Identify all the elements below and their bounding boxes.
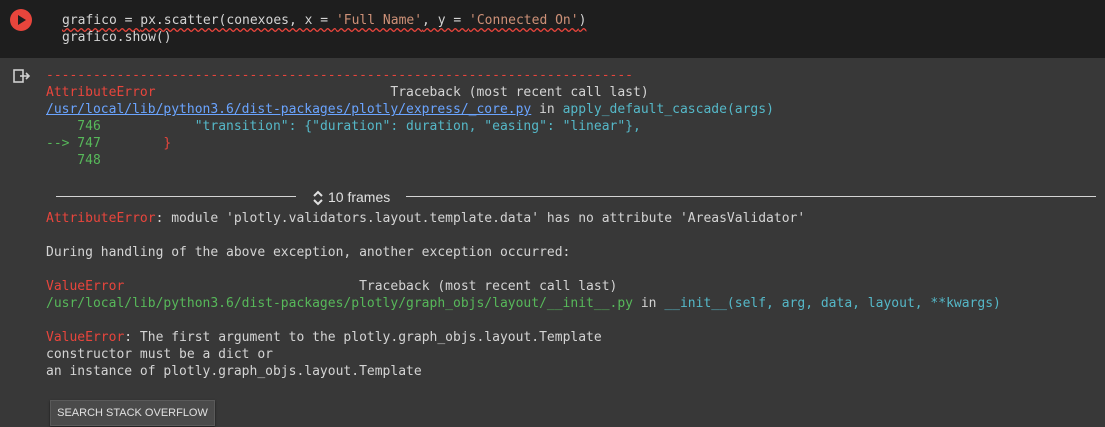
code-cell[interactable]: grafico = px.scatter(conexoes, x = 'Full… bbox=[0, 0, 1105, 58]
frames-label[interactable]: 10 frames bbox=[312, 186, 390, 208]
attribute-error-message: AttributeError: module 'plotly.validator… bbox=[46, 211, 806, 226]
during-handling-text: During handling of the above exception, … bbox=[46, 245, 571, 260]
traceback-location-2: /usr/local/lib/python3.6/dist-packages/p… bbox=[46, 296, 1001, 311]
code-line-2: grafico.show() bbox=[62, 30, 172, 45]
value-error-line-2: constructor must be a dict or bbox=[46, 347, 273, 362]
code-var: grafico bbox=[62, 13, 117, 28]
file-link-core[interactable]: /usr/local/lib/python3.6/dist-packages/p… bbox=[46, 102, 531, 117]
code-editor[interactable]: grafico = px.scatter(conexoes, x = 'Full… bbox=[62, 12, 586, 46]
play-icon bbox=[18, 15, 26, 25]
output-clear-icon[interactable] bbox=[13, 68, 31, 84]
traceback-line-746: 746 "transition": {"duration": duration,… bbox=[46, 119, 641, 134]
value-error-message: ValueError: The first argument to the pl… bbox=[46, 330, 602, 345]
traceback-divider: ----------------------------------------… bbox=[46, 68, 633, 83]
file-path-init: /usr/local/lib/python3.6/dist-packages/p… bbox=[46, 296, 633, 311]
traceback-line-747: --> 747 } bbox=[46, 136, 172, 151]
traceback-location-1: /usr/local/lib/python3.6/dist-packages/p… bbox=[46, 102, 774, 117]
search-stack-overflow-button[interactable]: SEARCH STACK OVERFLOW bbox=[50, 400, 215, 426]
traceback-header-1: AttributeError Traceback (most recent ca… bbox=[46, 85, 649, 100]
frames-divider-left bbox=[56, 196, 296, 197]
value-error-line-3: an instance of plotly.graph_objs.layout.… bbox=[46, 364, 422, 379]
traceback-header-2: ValueError Traceback (most recent call l… bbox=[46, 279, 618, 294]
frames-divider-right bbox=[406, 196, 1096, 197]
collapsed-frames-toggle[interactable]: 10 frames bbox=[56, 186, 1096, 208]
run-cell-button[interactable] bbox=[10, 9, 32, 31]
unfold-icon bbox=[313, 190, 323, 206]
traceback-line-748: 748 bbox=[46, 153, 101, 168]
